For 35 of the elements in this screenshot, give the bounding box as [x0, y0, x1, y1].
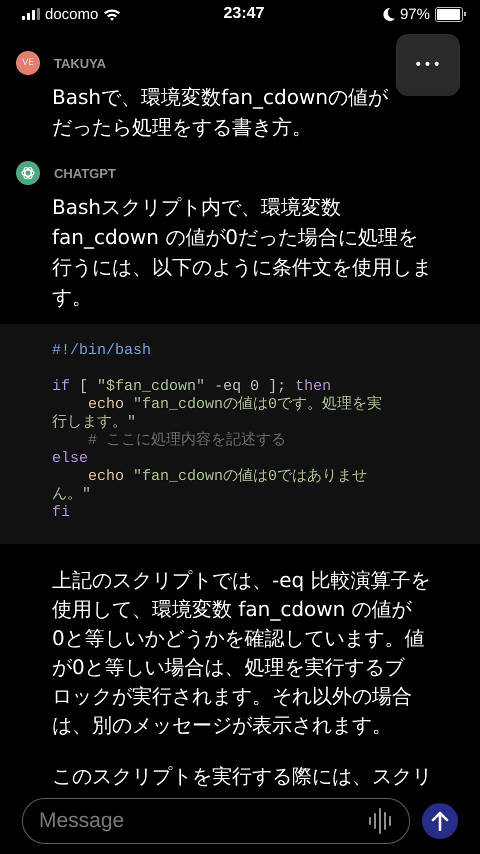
message-text: 上記のスクリプトでは、-eq 比較演算子を 使用して、環境変数 fan_cdown の値が 0と等しいかどうかを確認しています。値 が0と等しい場合は、処理を実行するブ ロックが実行されます。それ以外の場合 は、別のメッセージが表示されます。 [52, 567, 431, 739]
message-field[interactable]: Message [22, 798, 410, 844]
code-token: 行します。" [52, 414, 136, 431]
battery-percent: 97% [400, 6, 430, 22]
code-token: else [52, 450, 88, 467]
more-button[interactable]: ••• [396, 34, 460, 96]
clock-time: 23:47 [224, 5, 264, 23]
message-text: このスクリプトを実行する際には、スクリ [52, 763, 432, 788]
code-token: ん。" [52, 486, 92, 503]
message-text: Bashスクリプト内で、環境変数 fan_cdown の値が0だった場合に処理を 行うには、以下のように条件文を使用しま す。 [52, 194, 432, 311]
code-token: "fan_cdownの値は0ではありませ [133, 468, 368, 485]
message-text: Bashで、環境変数fan_cdownの値が だったら処理をする書き方。 [52, 84, 388, 141]
signal-icon [22, 8, 40, 20]
code-token: "fan_cdownの値は0です。処理を実 [133, 396, 382, 413]
battery-icon [434, 6, 466, 22]
code-token: echo [88, 468, 126, 485]
author-name: CHATGPT [54, 166, 116, 180]
author-name: TAKUYA [54, 56, 106, 70]
user-avatar: VE [16, 51, 40, 75]
code-comment: # ここに処理内容を記述する [88, 432, 286, 449]
send-button[interactable] [422, 803, 458, 839]
voice-icon[interactable] [368, 807, 394, 835]
code-token: fi [52, 504, 70, 521]
code-token: #!/bin/bash [52, 342, 152, 359]
code-token: "$fan_cdown" [97, 378, 206, 395]
arrow-up-icon [431, 811, 449, 831]
code-token: [ [78, 378, 90, 395]
assistant-logo-icon [16, 161, 40, 185]
code-token: if [52, 378, 70, 395]
wifi-icon [103, 8, 122, 20]
code-token: then [295, 378, 332, 395]
code-token: -eq 0 ]; [213, 378, 288, 395]
code-token: echo [88, 396, 126, 413]
moon-icon [382, 8, 395, 20]
carrier-name: docomo [45, 6, 98, 22]
